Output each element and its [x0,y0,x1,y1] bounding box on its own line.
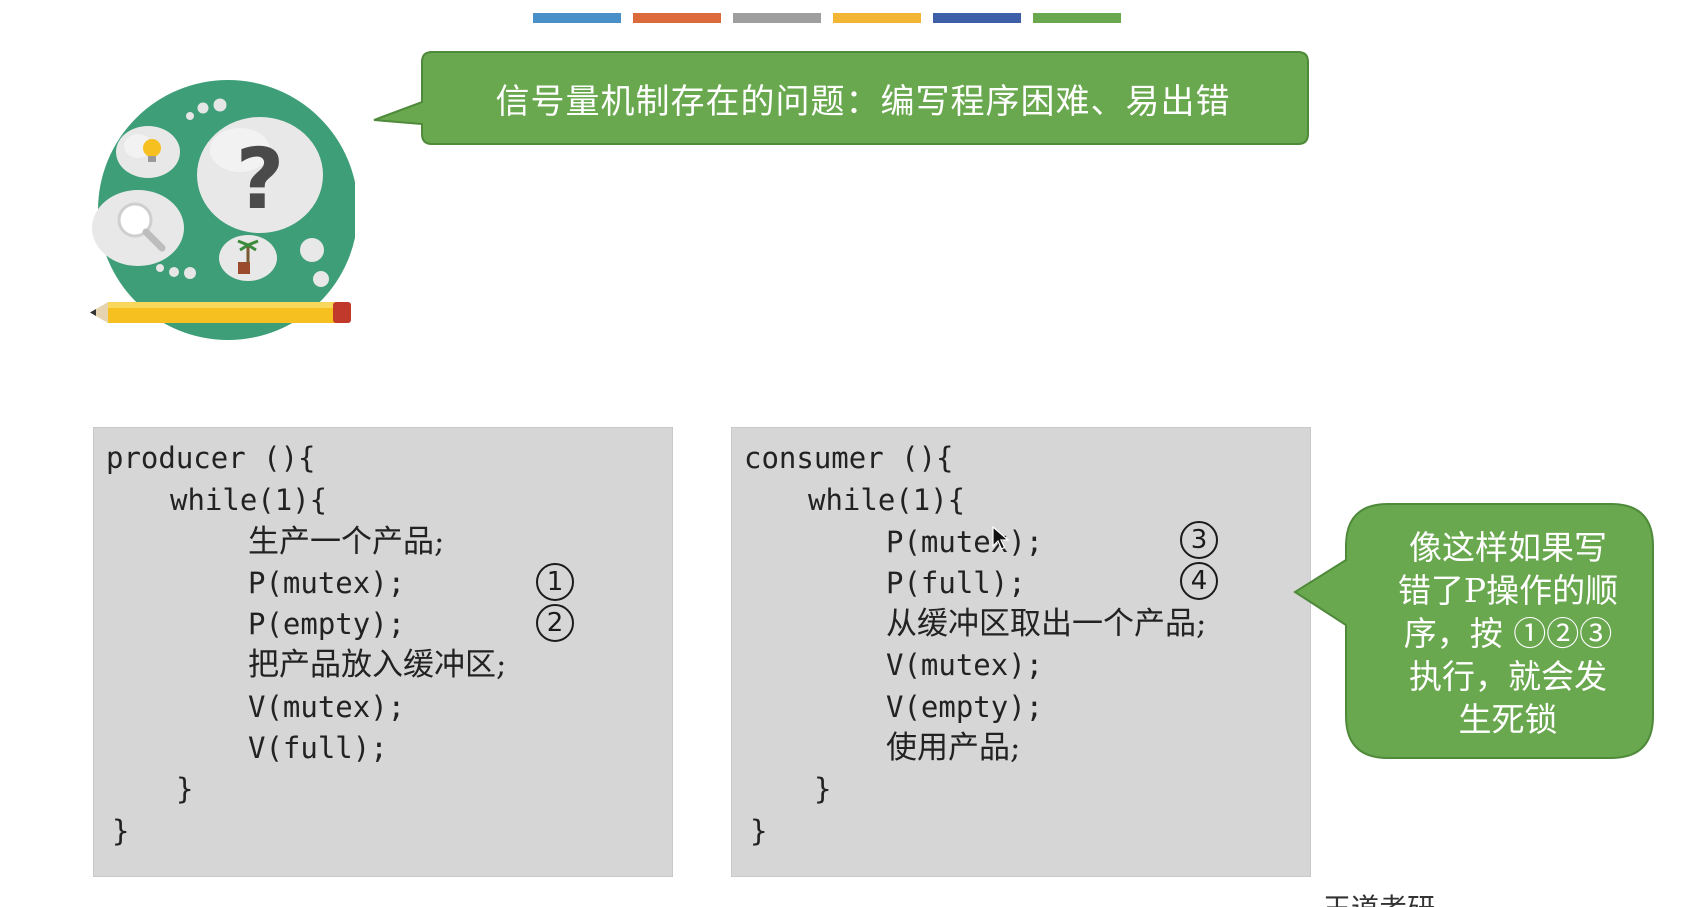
code-line: 生产一个产品; [248,524,445,560]
code-line: 从缓冲区取出一个产品; [886,606,1207,642]
color-strip-segment-1 [533,13,621,23]
code-line: V(full); [248,731,388,765]
side-callout-text: 像这样如果写 错了P操作的顺 序，按 ①②③ 执行，就会发 生死锁 [1360,508,1656,758]
step-marker: 4 [1180,562,1218,600]
step-marker: 3 [1180,521,1218,559]
code-line: V(mutex); [248,690,406,724]
mouse-cursor-icon [992,525,1010,556]
thinking-head-question-icon: ? [90,80,358,345]
code-line: V(mutex); [886,648,1044,682]
step-marker: 2 [536,604,574,642]
producer-code-box: producer (){ while(1){ 生产一个产品; P(mutex);… [93,427,673,877]
color-strip-segment-3 [733,13,821,23]
code-line: V(empty); [886,690,1044,724]
code-line: 把产品放入缓冲区; [248,647,507,683]
code-line: P(full); [886,566,1026,600]
side-callout-line: 像这样如果写 [1409,527,1607,567]
code-line: } [814,772,832,806]
side-callout-line: 执行，就会发 [1409,656,1607,696]
side-callout-line: 错了P操作的顺 [1397,570,1619,610]
code-line: producer (){ [106,441,316,475]
top-callout: 信号量机制存在的问题：编写程序困难、易出错 [362,50,1312,146]
color-strip-segment-4 [833,13,921,23]
side-callout-line: 生死锁 [1458,699,1558,739]
code-line: while(1){ [808,483,966,517]
code-line: P(mutex); [886,525,1044,559]
code-line: } [112,814,130,848]
color-strip-segment-2 [633,13,721,23]
step-marker: 1 [536,563,574,601]
code-line: while(1){ [170,483,328,517]
color-strip-segment-6 [1033,13,1121,23]
top-callout-text: 信号量机制存在的问题：编写程序困难、易出错 [495,81,1231,122]
consumer-code-box: consumer (){ while(1){ P(mutex); P(full)… [731,427,1311,877]
code-line: } [750,814,768,848]
code-line: consumer (){ [744,441,954,475]
side-callout: 像这样如果写 错了P操作的顺 序，按 ①②③ 执行，就会发 生死锁 [1293,500,1658,762]
svg-text:?: ? [236,130,285,228]
footer-fragment: 王道考研 [1323,893,1435,907]
side-callout-line: 序，按 ①②③ [1403,613,1613,653]
code-line: } [176,772,194,806]
code-line: P(empty); [248,607,406,641]
code-line: 使用产品; [886,730,1021,766]
code-line: P(mutex); [248,566,406,600]
color-strip-segment-5 [933,13,1021,23]
